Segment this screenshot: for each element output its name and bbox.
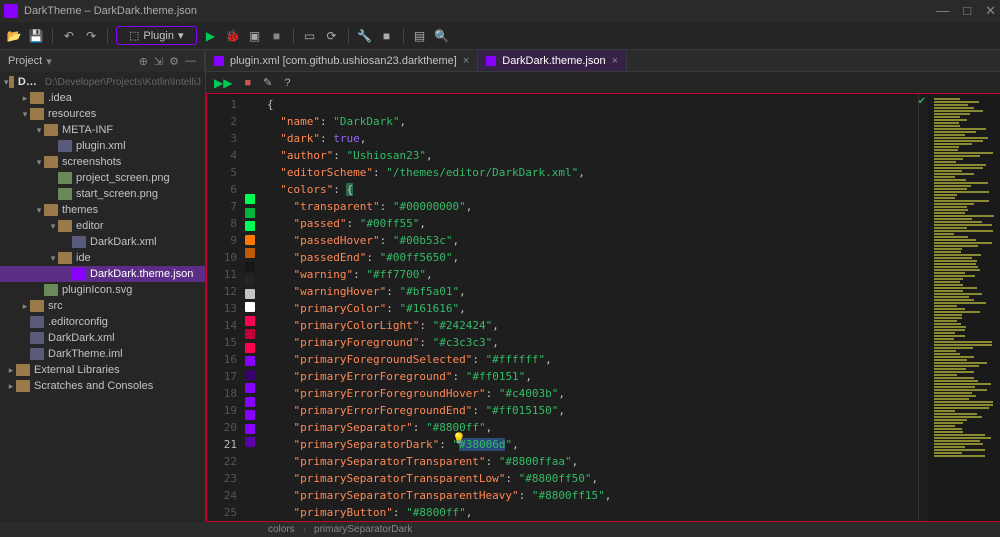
build-icon[interactable]: 🔧 xyxy=(357,28,373,44)
tree-item[interactable]: pluginIcon.svg xyxy=(0,282,205,298)
intention-bulb-icon[interactable]: 💡 xyxy=(452,432,466,445)
run-config-dropdown[interactable]: ⬚ Plugin ▾ xyxy=(116,26,197,45)
stop2-icon[interactable]: ■ xyxy=(379,28,395,44)
editor-area: plugin.xml [com.github.ushiosan23.darkth… xyxy=(206,50,1000,522)
tree-item[interactable]: ▸src xyxy=(0,298,205,314)
close-button[interactable]: ✕ xyxy=(985,3,996,19)
collapse-icon[interactable]: ⇲ xyxy=(154,55,163,68)
tree-item[interactable]: DarkDark.xml xyxy=(0,330,205,346)
project-panel-label: Project xyxy=(8,55,42,67)
editor-tabs: plugin.xml [com.github.ushiosan23.darkth… xyxy=(206,50,1000,72)
chevron-down-icon: ▾ xyxy=(178,29,184,42)
tree-item[interactable]: ▾resources xyxy=(0,106,205,122)
tree-item[interactable]: ▾META-INF xyxy=(0,122,205,138)
breadcrumb-seg[interactable]: primarySeparatorDark xyxy=(306,524,420,535)
project-tree[interactable]: ▾DarkThemeD:\Developer\Projects\Kotlin\I… xyxy=(0,72,205,394)
tree-item[interactable]: ▾screenshots xyxy=(0,154,205,170)
window-title: DarkTheme – DarkDark.theme.json xyxy=(24,5,197,17)
minimap[interactable] xyxy=(928,94,1000,521)
inspection-strip[interactable]: ✔ xyxy=(918,94,928,521)
redo-icon[interactable]: ↷ xyxy=(83,28,99,44)
minimize-button[interactable]: — xyxy=(936,3,949,19)
tree-item[interactable]: start_screen.png xyxy=(0,186,205,202)
help-icon[interactable]: ? xyxy=(284,77,290,89)
tree-item[interactable]: ▸.idea xyxy=(0,90,205,106)
run-button[interactable]: ▶ xyxy=(203,28,219,44)
titlebar: DarkTheme – DarkDark.theme.json — □ ✕ xyxy=(0,0,1000,22)
stop-scratch-button[interactable]: ■ xyxy=(244,77,251,89)
open-icon[interactable]: 📂 xyxy=(6,28,22,44)
tree-item[interactable]: DarkTheme.iml xyxy=(0,346,205,362)
device-icon[interactable]: ▭ xyxy=(302,28,318,44)
tree-root[interactable]: ▾DarkThemeD:\Developer\Projects\Kotlin\I… xyxy=(0,74,205,90)
stop-button[interactable]: ■ xyxy=(269,28,285,44)
debug-icon[interactable]: 🐞 xyxy=(225,28,241,44)
file-icon xyxy=(486,56,496,66)
tree-item[interactable]: .editorconfig xyxy=(0,314,205,330)
gutter-color-swatches xyxy=(243,94,257,521)
tree-item[interactable]: DarkDark.theme.json xyxy=(0,266,205,282)
close-icon[interactable]: × xyxy=(463,55,469,67)
gear-icon[interactable]: ⚙ xyxy=(169,55,179,68)
tab-label: DarkDark.theme.json xyxy=(502,55,605,67)
tree-item[interactable]: plugin.xml xyxy=(0,138,205,154)
target-icon[interactable]: ⊕ xyxy=(139,55,148,68)
check-ok-icon: ✔ xyxy=(918,96,926,107)
project-panel-header[interactable]: Project ▾ ⊕ ⇲ ⚙ — xyxy=(0,50,205,72)
app-logo-icon xyxy=(4,4,18,18)
plugin-label: Plugin xyxy=(143,30,174,42)
save-icon[interactable]: 💾 xyxy=(28,28,44,44)
undo-icon[interactable]: ↶ xyxy=(61,28,77,44)
main-toolbar: 📂 💾 ↶ ↷ ⬚ Plugin ▾ ▶ 🐞 ▣ ■ ▭ ⟳ 🔧 ■ ▤ 🔍 xyxy=(0,22,1000,50)
breadcrumb-seg[interactable]: colors xyxy=(260,524,303,535)
tab-label: plugin.xml [com.github.ushiosan23.darkth… xyxy=(230,55,457,67)
chevron-down-icon: ▾ xyxy=(46,55,52,68)
breadcrumb[interactable]: colors › primarySeparatorDark xyxy=(0,522,1000,537)
run-scratch-button[interactable]: ▶▶ xyxy=(214,76,232,90)
tree-item[interactable]: ▾themes xyxy=(0,202,205,218)
editor-tab[interactable]: plugin.xml [com.github.ushiosan23.darkth… xyxy=(206,50,478,71)
tree-item[interactable]: ▸Scratches and Consoles xyxy=(0,378,205,394)
hide-icon[interactable]: — xyxy=(185,55,196,68)
plugin-icon: ⬚ xyxy=(129,29,139,42)
tree-item[interactable]: DarkDark.xml xyxy=(0,234,205,250)
project-sidebar: Project ▾ ⊕ ⇲ ⚙ — ▾DarkThemeD:\Developer… xyxy=(0,50,206,522)
line-number-gutter[interactable]: 1234567891011121314151617181920212223242… xyxy=(207,94,243,521)
sync-icon[interactable]: ⟳ xyxy=(324,28,340,44)
file-icon xyxy=(214,56,224,66)
search-icon[interactable]: 🔍 xyxy=(434,28,450,44)
tree-item[interactable]: project_screen.png xyxy=(0,170,205,186)
maximize-button[interactable]: □ xyxy=(963,3,971,19)
structure-icon[interactable]: ▤ xyxy=(412,28,428,44)
coverage-icon[interactable]: ▣ xyxy=(247,28,263,44)
tree-item[interactable]: ▸External Libraries xyxy=(0,362,205,378)
editor-tab[interactable]: DarkDark.theme.json × xyxy=(478,50,627,71)
tree-item[interactable]: ▾editor xyxy=(0,218,205,234)
editor-sub-toolbar: ▶▶ ■ ✎ ? xyxy=(206,72,1000,94)
tree-item[interactable]: ▾ide xyxy=(0,250,205,266)
edit-icon[interactable]: ✎ xyxy=(263,76,272,89)
code-editor[interactable]: { "name": "DarkDark", "dark": true, "aut… xyxy=(257,94,918,521)
close-icon[interactable]: × xyxy=(612,55,618,67)
